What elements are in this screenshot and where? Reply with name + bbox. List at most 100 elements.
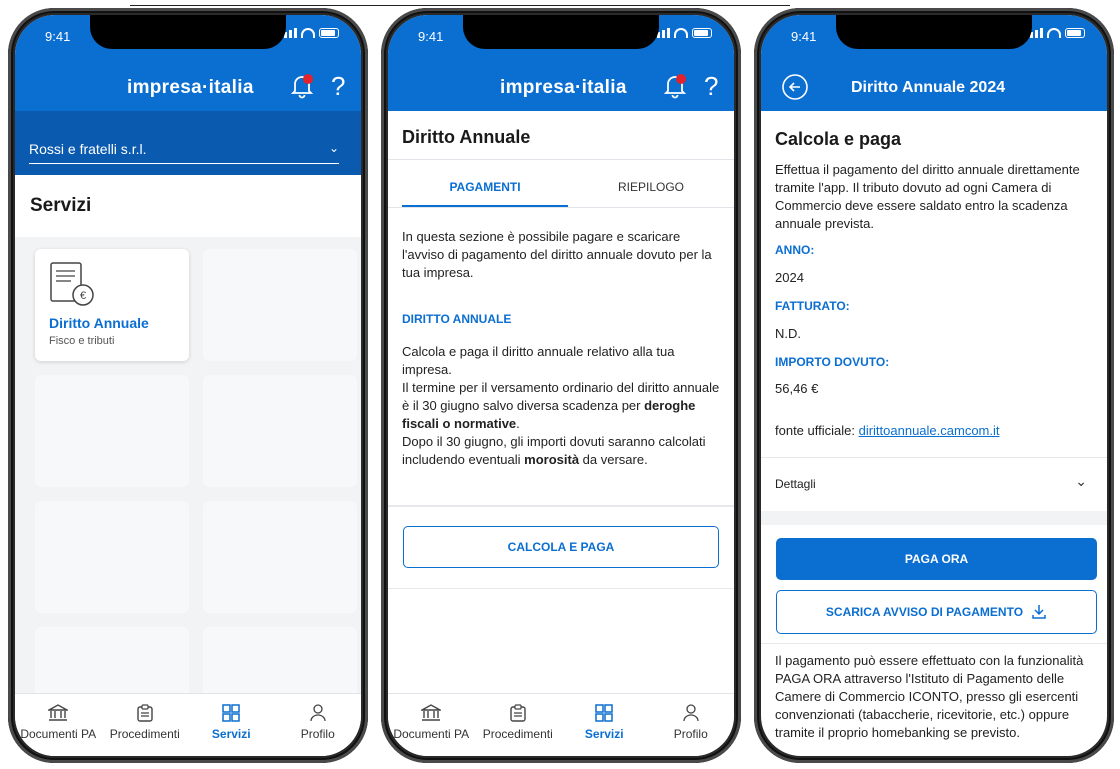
notification-bell-icon[interactable] xyxy=(663,73,687,99)
notch xyxy=(90,15,286,49)
company-selector-bar: Rossi e fratelli s.r.l. ⌄ xyxy=(15,111,361,175)
source-link[interactable]: dirittoannuale.camcom.it xyxy=(859,423,1000,438)
divider xyxy=(761,457,1107,458)
scarica-avviso-button[interactable]: SCARICA AVVISO DI PAGAMENTO xyxy=(776,590,1097,634)
screen-diritto-annuale: 9:41 impresa·italia ? Diritto Annuale PA… xyxy=(388,15,734,756)
section-title: Servizi xyxy=(30,195,92,216)
tab-servizi[interactable]: Servizi xyxy=(561,694,648,756)
notification-bell-icon[interactable] xyxy=(290,73,314,99)
status-time: 9:41 xyxy=(45,29,71,44)
field-label-anno: ANNO: xyxy=(775,243,815,257)
field-value-importo: 56,46 € xyxy=(775,381,819,396)
battery-icon xyxy=(1065,28,1085,38)
services-grid: € Diritto Annuale Fisco e tributi xyxy=(15,237,361,707)
svg-text:€: € xyxy=(80,290,86,302)
bold-text: morosità xyxy=(524,452,580,467)
status-icons xyxy=(1025,28,1085,38)
phone-servizi: 9:41 impresa·italia ? Rossi e fratelli s… xyxy=(8,8,368,763)
explanation-text: Calcola e paga il diritto annuale relati… xyxy=(402,343,720,469)
tab-procedimenti[interactable]: Procedimenti xyxy=(102,694,189,756)
wifi-icon xyxy=(1047,28,1061,38)
source-line: fonte ufficiale: dirittoannuale.camcom.i… xyxy=(775,423,1000,438)
app-logo: impresa·italia xyxy=(500,77,627,98)
tab-riepilogo[interactable]: RIEPILOGO xyxy=(568,180,734,194)
person-icon xyxy=(310,704,326,722)
tab-profilo[interactable]: Profilo xyxy=(648,694,735,756)
grid-icon xyxy=(222,704,240,722)
service-card-title: Diritto Annuale xyxy=(49,315,149,331)
tab-pagamenti[interactable]: PAGAMENTI xyxy=(402,180,568,194)
document-euro-icon: € xyxy=(50,262,94,306)
phone-diritto-annuale: 9:41 impresa·italia ? Diritto Annuale PA… xyxy=(381,8,741,763)
bottom-tab-bar: Documenti PA Procedimenti Servizi Profil… xyxy=(15,693,361,756)
tab-label: Documenti PA xyxy=(20,727,97,741)
paragraph-2: Il termine per il versamento ordinario d… xyxy=(402,380,720,431)
bottom-tab-bar: Documenti PA Procedimenti Servizi Profil… xyxy=(388,693,734,756)
details-label: Dettagli xyxy=(775,477,816,491)
payment-info-text: Il pagamento può essere effettuato con l… xyxy=(775,653,1084,740)
tab-label: Profilo xyxy=(300,727,335,741)
notch xyxy=(836,15,1032,49)
placeholder-card xyxy=(203,249,357,361)
tabs-divider xyxy=(388,207,734,208)
phone-calcola-e-paga: 9:41 Diritto Annuale 2024 Calcola e paga… xyxy=(754,8,1114,763)
tab-documenti-pa[interactable]: Documenti PA xyxy=(388,694,475,756)
company-name: Rossi e fratelli s.r.l. xyxy=(29,141,147,157)
paga-ora-button[interactable]: PAGA ORA xyxy=(776,538,1097,580)
chevron-down-icon[interactable]: ⌄ xyxy=(1075,473,1087,490)
tab-profilo[interactable]: Profilo xyxy=(275,694,362,756)
tab-servizi[interactable]: Servizi xyxy=(188,694,275,756)
status-icons xyxy=(279,28,339,38)
tab-label: Profilo xyxy=(673,727,708,741)
wifi-icon xyxy=(301,28,315,38)
divider xyxy=(761,643,1107,644)
screen-servizi: 9:41 impresa·italia ? Rossi e fratelli s… xyxy=(15,15,361,756)
description-text: Effettua il pagamento del diritto annual… xyxy=(775,162,1080,231)
company-select[interactable]: Rossi e fratelli s.r.l. ⌄ xyxy=(29,141,339,164)
calcola-e-paga-button[interactable]: CALCOLA E PAGA xyxy=(403,526,719,568)
tab-label: Servizi xyxy=(584,727,624,741)
service-card-subtitle: Fisco e tributi xyxy=(49,335,115,347)
paragraph-1: Calcola e paga il diritto annuale relati… xyxy=(402,344,675,377)
bank-icon xyxy=(48,704,69,721)
bank-icon xyxy=(421,704,442,721)
tab-documenti-pa[interactable]: Documenti PA xyxy=(15,694,102,756)
help-icon[interactable]: ? xyxy=(331,71,345,102)
service-card-diritto-annuale[interactable]: € Diritto Annuale Fisco e tributi xyxy=(35,249,189,361)
person-icon xyxy=(683,704,699,722)
field-label-fatturato: FATTURATO: xyxy=(775,299,850,313)
divider xyxy=(388,588,734,589)
placeholder-card xyxy=(35,501,189,613)
app-logo: impresa·italia xyxy=(127,77,254,98)
page-title: Diritto Annuale xyxy=(402,127,531,147)
tab-label: Documenti PA xyxy=(393,727,470,741)
grid-icon xyxy=(595,704,613,722)
divider xyxy=(388,159,734,160)
screen-calcola-e-paga: 9:41 Diritto Annuale 2024 Calcola e paga… xyxy=(761,15,1107,756)
notch xyxy=(463,15,659,49)
clipboard-icon xyxy=(137,704,153,722)
help-icon[interactable]: ? xyxy=(704,71,718,102)
paragraph-3: Dopo il 30 giugno, gli importi dovuti sa… xyxy=(402,434,706,467)
section-label: DIRITTO ANNUALE xyxy=(402,312,512,326)
placeholder-card xyxy=(203,501,357,613)
back-arrow-icon[interactable] xyxy=(781,73,809,101)
field-label-importo: IMPORTO DOVUTO: xyxy=(775,355,890,369)
tab-procedimenti[interactable]: Procedimenti xyxy=(475,694,562,756)
intro-text: In questa sezione è possibile pagare e s… xyxy=(402,229,712,280)
section-divider xyxy=(388,505,734,507)
download-icon xyxy=(1032,605,1046,619)
status-time: 9:41 xyxy=(791,29,817,44)
battery-icon xyxy=(319,28,339,38)
header-title: Diritto Annuale 2024 xyxy=(851,79,1006,96)
page-title: Calcola e paga xyxy=(775,129,902,149)
tab-label: Procedimenti xyxy=(482,727,553,741)
status-icons xyxy=(652,28,712,38)
tab-label: Servizi xyxy=(211,727,251,741)
wifi-icon xyxy=(674,28,688,38)
placeholder-card xyxy=(35,375,189,487)
source-label: fonte ufficiale: xyxy=(775,423,859,438)
top-divider-line xyxy=(130,5,790,6)
battery-icon xyxy=(692,28,712,38)
clipboard-icon xyxy=(510,704,526,722)
